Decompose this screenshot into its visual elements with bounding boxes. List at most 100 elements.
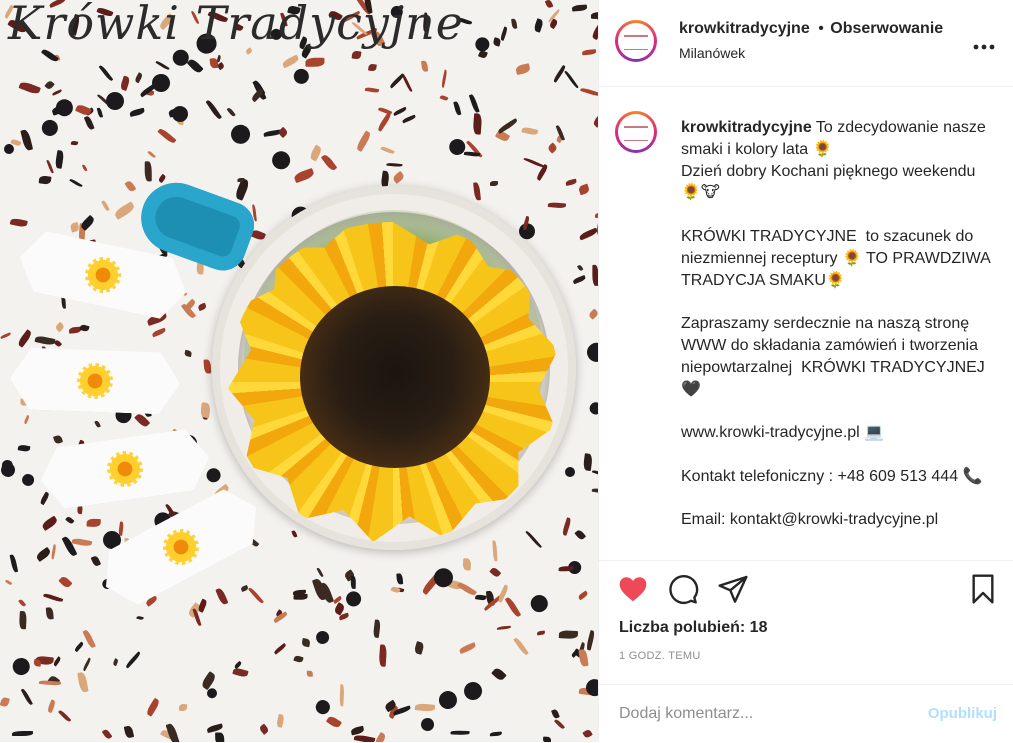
tea-leaf: [120, 75, 131, 91]
tea-leaf: [154, 59, 170, 71]
more-options-icon[interactable]: [973, 30, 995, 56]
bookmark-icon[interactable]: [967, 573, 999, 605]
tea-leaf: [157, 126, 177, 145]
tea-leaf: [489, 731, 502, 737]
tea-leaf: [71, 537, 93, 548]
tea-leaf: [38, 175, 52, 185]
publish-button[interactable]: Opublikuj: [928, 705, 997, 722]
tea-leaf: [380, 145, 396, 156]
heart-icon[interactable]: [617, 573, 649, 605]
tea-leaf: [197, 302, 208, 312]
tea-leaf: [240, 585, 249, 592]
post-side-panel: krowkitradycyjne • Obserwowanie Milanówe…: [598, 0, 1013, 742]
following-button[interactable]: Obserwowanie: [830, 20, 943, 37]
tea-leaf: [373, 620, 382, 639]
tea-leaf: [577, 183, 590, 196]
tea-leaf: [488, 566, 501, 579]
tea-leaf: [566, 178, 578, 186]
tea-leaf: [582, 728, 593, 739]
tea-leaf: [522, 156, 544, 169]
tea-leaf: [113, 201, 137, 221]
tea-leaf: [464, 151, 480, 157]
tea-leaf: [350, 725, 365, 736]
tea-leaf: [247, 586, 265, 605]
tea-leaf: [401, 114, 416, 124]
tea-leaf: [43, 80, 55, 91]
tea-leaf: [46, 699, 56, 714]
tea-leaf: [376, 111, 393, 132]
tea-leaf: [496, 117, 519, 134]
header-username[interactable]: krowkitradycyjne: [679, 20, 810, 37]
tea-leaf: [12, 731, 34, 737]
tea-leaf: [413, 640, 425, 655]
dried-berry: [474, 36, 491, 53]
avatar[interactable]: [615, 20, 657, 62]
tea-leaf: [232, 667, 249, 678]
tea-leaf: [320, 153, 338, 173]
dried-berry: [313, 628, 332, 647]
tea-leaf: [440, 69, 448, 88]
tea-leaf: [74, 641, 85, 652]
post-timestamp[interactable]: 1 GODZ. TEMU: [619, 650, 701, 662]
tea-leaf: [40, 515, 59, 531]
tea-leaf: [133, 72, 143, 84]
tea-leaf: [468, 93, 480, 113]
likes-count[interactable]: Liczba polubień: 18: [619, 619, 767, 637]
comment-icon[interactable]: [667, 573, 699, 605]
tea-leaf: [273, 643, 287, 655]
tea-leaf: [49, 543, 57, 560]
caption-avatar[interactable]: [615, 111, 657, 153]
dried-berry: [460, 678, 487, 704]
tea-leaf: [393, 106, 408, 116]
share-icon[interactable]: [717, 573, 749, 605]
tea-leaf: [45, 607, 54, 620]
dried-berry: [313, 697, 332, 716]
sun-logo-icon: [105, 449, 146, 490]
tea-leaf: [499, 26, 508, 41]
photo-overlay-title: Krówki Tradycyjne: [8, 0, 465, 50]
tea-leaf: [473, 181, 482, 201]
tea-leaf: [559, 630, 579, 640]
tea-leaf: [97, 107, 104, 119]
comment-input[interactable]: Dodaj komentarz...: [619, 705, 753, 723]
dried-berry: [169, 103, 192, 126]
tea-leaf: [101, 728, 113, 741]
tea-leaf: [129, 107, 146, 117]
tea-leaf: [546, 141, 558, 154]
dried-berry: [527, 592, 551, 616]
dried-berry: [582, 676, 598, 700]
tea-leaf: [536, 630, 545, 636]
tea-leaf: [453, 101, 462, 117]
tea-leaf: [590, 20, 598, 40]
tea-leaf: [514, 63, 531, 76]
dried-berry: [228, 122, 253, 147]
tea-leaf: [93, 420, 101, 429]
tea-leaf: [259, 723, 270, 735]
tea-leaf: [183, 350, 192, 358]
caption-body: To zdecydowanie nasze smaki i kolory lat…: [681, 119, 990, 529]
dried-berry: [420, 717, 436, 733]
tea-leaf: [414, 703, 436, 713]
tea-leaf: [316, 567, 325, 578]
tea-leaf: [112, 657, 119, 666]
tea-leaf: [586, 630, 596, 651]
dried-berry: [563, 464, 578, 479]
tea-leaf: [570, 650, 578, 658]
tea-leaf: [57, 709, 72, 724]
post-photo[interactable]: Krówki Tradycyjne: [0, 0, 598, 742]
sun-logo-icon: [76, 362, 113, 399]
dried-berry: [203, 464, 224, 486]
tea-leaf: [5, 579, 13, 587]
tea-leaf: [214, 732, 224, 742]
tea-leaf: [17, 444, 31, 453]
tea-leaf: [53, 434, 64, 445]
dried-berry: [105, 91, 126, 112]
tea-leaf: [18, 598, 27, 609]
tea-leaf: [79, 324, 90, 333]
tea-leaf: [9, 216, 29, 228]
caption-username[interactable]: krowkitradycyjne: [681, 119, 812, 136]
tea-leaf: [21, 687, 34, 706]
location-link[interactable]: Milanówek: [679, 45, 745, 61]
tea-leaf: [144, 160, 151, 182]
tea-leaf: [496, 625, 511, 630]
